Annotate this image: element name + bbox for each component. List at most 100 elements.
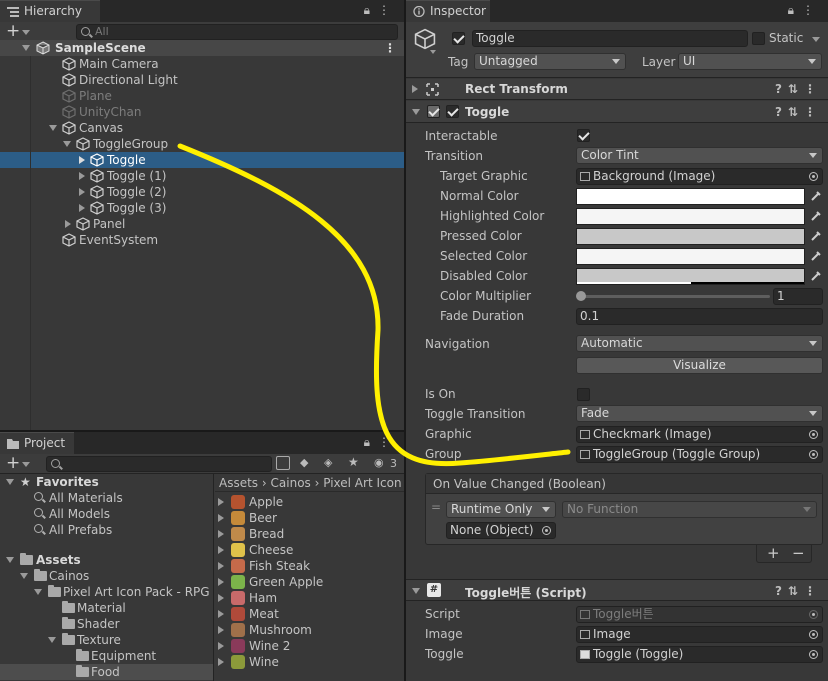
eyedropper-icon[interactable]	[810, 190, 822, 202]
collapse-arrow-icon[interactable]	[218, 546, 224, 554]
object-name-field[interactable]: Toggle	[472, 30, 748, 47]
help-icon[interactable]: ?	[775, 584, 788, 598]
asset-file-item[interactable]: Beer	[215, 510, 404, 526]
asset-file-item[interactable]: Cheese	[215, 542, 404, 558]
hierarchy-item[interactable]: Canvas	[0, 120, 404, 136]
toggle-ref-field[interactable]: Toggle (Toggle)	[576, 646, 823, 663]
hierarchy-item[interactable]: Toggle (3)	[0, 200, 404, 216]
folder-item[interactable]: Cainos	[0, 568, 213, 584]
favorite-item[interactable]: All Prefabs	[0, 522, 213, 538]
hierarchy-item[interactable]: Toggle (2)	[0, 184, 404, 200]
tag-dropdown[interactable]: Untagged	[474, 53, 626, 70]
asset-file-item[interactable]: Mushroom	[215, 622, 404, 638]
expand-arrow-icon[interactable]	[6, 479, 14, 485]
collapse-arrow-icon[interactable]	[79, 156, 85, 164]
chevron-down-icon[interactable]	[22, 462, 30, 467]
expand-arrow-icon[interactable]	[49, 125, 57, 131]
object-picker-icon[interactable]	[809, 450, 818, 459]
collapse-arrow-icon[interactable]	[218, 530, 224, 538]
lock-icon[interactable]: 🔒︎	[788, 3, 802, 17]
tab-project[interactable]: Project	[0, 432, 74, 454]
asset-file-item[interactable]: Fish Steak	[215, 558, 404, 574]
expand-arrow-icon[interactable]	[412, 588, 420, 594]
folder-item[interactable]: Texture	[0, 632, 213, 648]
add-icon[interactable]: +	[6, 23, 20, 40]
eyedropper-icon[interactable]	[810, 250, 822, 262]
normal-color-swatch[interactable]	[576, 188, 805, 205]
object-picker-icon[interactable]	[809, 172, 818, 181]
hierarchy-item[interactable]: Main Camera	[0, 56, 404, 72]
navigation-dropdown[interactable]: Automatic	[576, 335, 823, 352]
collapse-arrow-icon[interactable]	[218, 498, 224, 506]
filter-icon[interactable]: ◆	[300, 456, 308, 469]
label-icon[interactable]: ◈	[324, 456, 332, 469]
expand-arrow-icon[interactable]	[63, 141, 71, 147]
favorite-star-icon[interactable]: ★	[348, 455, 359, 469]
visualize-button[interactable]: Visualize	[576, 357, 823, 374]
chevron-down-icon[interactable]	[812, 37, 820, 42]
more-icon[interactable]: ⋮	[378, 3, 398, 17]
hierarchy-item[interactable]: ToggleGroup	[0, 136, 404, 152]
group-field[interactable]: ToggleGroup (Toggle Group)	[576, 446, 823, 463]
target-graphic-field[interactable]: Background (Image)	[576, 168, 823, 185]
preset-icon[interactable]: ⇅	[788, 105, 804, 119]
asset-file-item[interactable]: Apple	[215, 494, 404, 510]
assets-root-row[interactable]: Assets	[0, 552, 213, 568]
hierarchy-item[interactable]: Plane	[0, 88, 404, 104]
remove-listener-icon[interactable]: −	[792, 544, 805, 562]
collapse-arrow-icon[interactable]	[218, 578, 224, 586]
add-icon[interactable]: +	[6, 455, 20, 472]
selected-color-swatch[interactable]	[576, 248, 805, 265]
collapse-arrow-icon[interactable]	[218, 610, 224, 618]
more-icon[interactable]: ⋮	[802, 3, 822, 17]
pressed-color-swatch[interactable]	[576, 228, 805, 245]
runtime-dropdown[interactable]: Runtime Only	[446, 501, 556, 518]
project-search-input[interactable]	[46, 456, 272, 472]
lock-icon[interactable]: 🔒︎	[364, 3, 378, 17]
breadcrumb-item[interactable]: Pixel Art Icon	[323, 476, 401, 490]
expand-arrow-icon[interactable]	[48, 637, 56, 643]
is-on-checkbox[interactable]	[577, 388, 590, 401]
preset-icon[interactable]: ⇅	[788, 82, 804, 96]
tab-hierarchy[interactable]: Hierarchy	[0, 0, 100, 22]
object-picker-icon[interactable]	[809, 630, 818, 639]
color-multiplier-field[interactable]: 1	[773, 288, 823, 305]
folder-item[interactable]: Pixel Art Icon Pack - RPG	[0, 584, 213, 600]
asset-file-item[interactable]: Green Apple	[215, 574, 404, 590]
layer-dropdown[interactable]: UI	[678, 53, 822, 70]
script-component-header[interactable]: # Toggle버튼 (Script) ?⇅⋮	[406, 579, 828, 601]
collapse-arrow-icon[interactable]	[218, 626, 224, 634]
toggle-component-enabled-checkbox[interactable]	[446, 105, 459, 118]
eyedropper-icon[interactable]	[810, 270, 822, 282]
hierarchy-item[interactable]: EventSystem	[0, 232, 404, 248]
help-icon[interactable]: ?	[775, 105, 788, 119]
hierarchy-item[interactable]: Toggle (1)	[0, 168, 404, 184]
collapse-arrow-icon[interactable]	[218, 642, 224, 650]
expand-arrow-icon[interactable]	[6, 557, 14, 563]
collapse-arrow-icon[interactable]	[79, 204, 85, 212]
search-by-type-icon[interactable]	[276, 456, 290, 470]
folder-item[interactable]: Equipment	[0, 648, 213, 664]
active-checkbox[interactable]	[452, 32, 465, 45]
favorite-item[interactable]: All Materials	[0, 490, 213, 506]
preset-icon[interactable]: ⇅	[788, 584, 804, 598]
breadcrumb-item[interactable]: Cainos	[271, 476, 311, 490]
favorites-row[interactable]: ★ Favorites	[0, 474, 213, 490]
hierarchy-item[interactable]: UnityChan	[0, 104, 404, 120]
fade-duration-field[interactable]: 0.1	[576, 308, 823, 325]
hierarchy-item[interactable]: Panel	[0, 216, 404, 232]
collapse-arrow-icon[interactable]	[79, 172, 85, 180]
chevron-down-icon[interactable]	[22, 30, 30, 35]
rect-transform-header[interactable]: Rect Transform ?⇅⋮	[406, 79, 828, 100]
graphic-field[interactable]: Checkmark (Image)	[576, 426, 823, 443]
lock-icon[interactable]: 🔒︎	[364, 435, 378, 449]
collapse-arrow-icon[interactable]	[218, 562, 224, 570]
object-picker-icon[interactable]	[809, 430, 818, 439]
chevron-down-icon[interactable]	[430, 50, 436, 54]
tab-inspector[interactable]: Inspector	[406, 0, 490, 22]
object-picker-icon[interactable]	[809, 650, 818, 659]
object-picker-icon[interactable]	[542, 526, 551, 535]
folder-item-selected[interactable]: Food	[0, 664, 213, 680]
function-dropdown[interactable]: No Function	[562, 501, 817, 518]
expand-arrow-icon[interactable]	[20, 573, 28, 579]
